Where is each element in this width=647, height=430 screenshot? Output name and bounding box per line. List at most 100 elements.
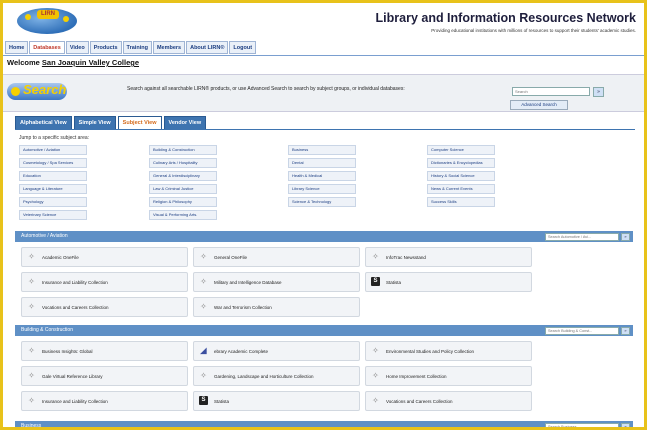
subject-spacer <box>427 210 560 220</box>
nav-item-logout[interactable]: Logout <box>229 41 257 54</box>
section-search-input[interactable] <box>545 233 619 241</box>
database-card[interactable]: ✧ Vocations and Careers Collection <box>21 297 188 317</box>
logo-dot-icon <box>25 14 31 20</box>
database-name: Vocations and Careers Collection <box>386 398 453 404</box>
tab-alphabetical-view[interactable]: Alphabetical View <box>15 116 72 130</box>
database-name: General OneFile <box>214 254 248 260</box>
nav-item-training[interactable]: Training <box>122 41 152 54</box>
subject-link[interactable]: Dental <box>288 158 356 168</box>
ebrary-icon: ◢ <box>200 346 207 355</box>
subject-link[interactable]: Veterinary Science <box>19 210 87 220</box>
college-name[interactable]: San Joaquin Valley College <box>42 58 139 67</box>
tab-simple-view[interactable]: Simple View <box>73 116 116 130</box>
subject-link[interactable]: Library Science <box>288 184 356 194</box>
database-name: Gale Virtual Reference Library <box>42 373 103 379</box>
jump-label: Jump to a specific subject area: <box>19 135 90 141</box>
section-title: Building & Construction <box>21 327 73 333</box>
subject-link[interactable]: Education <box>19 171 87 181</box>
subject-link[interactable]: Computer Science <box>427 145 495 155</box>
advanced-search-button[interactable]: Advanced Search <box>510 100 568 110</box>
nav-divider <box>3 55 644 56</box>
main-nav: Home Databases Video Products Training Member… <box>5 41 257 54</box>
section-header: Building & Construction » <box>15 325 633 336</box>
gale-star-icon: ✧ <box>372 252 379 261</box>
subject-link[interactable]: Culinary Arts / Hospitality <box>149 158 217 168</box>
gale-star-icon: ✧ <box>28 252 35 261</box>
database-name: Environmental Studies and Policy Collect… <box>386 348 475 354</box>
view-tabs: Alphabetical View Simple View Subject View… <box>15 116 207 130</box>
database-card[interactable]: ✧ Military and Intelligence Database <box>193 272 360 292</box>
database-name: Statista <box>214 398 230 404</box>
nav-item-about-lirn-[interactable]: About LIRN® <box>186 41 229 54</box>
subject-link[interactable]: Automotive / Aviation <box>19 145 87 155</box>
subject-link[interactable]: General & Interdisciplinary <box>149 171 217 181</box>
nav-item-databases[interactable]: Databases <box>29 41 65 54</box>
tab-subject-view[interactable]: Subject View <box>117 116 162 130</box>
database-card[interactable]: ◢ ebrary Academic Complete <box>193 341 360 361</box>
database-card[interactable]: ✧ Business Insights: Global <box>21 341 188 361</box>
search-description: Search against all searchable LIRN® prod… <box>127 86 405 92</box>
subject-link[interactable]: History & Social Science <box>427 171 495 181</box>
subject-link[interactable]: Law & Criminal Justice <box>149 184 217 194</box>
section-header: Automotive / Aviation » <box>15 231 633 242</box>
subject-spacer <box>288 210 422 220</box>
nav-item-home[interactable]: Home <box>5 41 29 54</box>
gale-star-icon: ✧ <box>28 396 35 405</box>
subject-link[interactable]: Religion & Philosophy <box>149 197 217 207</box>
database-card[interactable]: ✧ Home Improvement Collection <box>365 366 532 386</box>
subject-link[interactable]: Psychology <box>19 197 87 207</box>
section-search-input[interactable] <box>545 423 619 427</box>
database-name: ebrary Academic Complete <box>214 348 269 354</box>
database-card[interactable]: ✧ Academic OneFile <box>21 247 188 267</box>
gale-star-icon: ✧ <box>28 302 35 311</box>
database-card[interactable]: ✧ Environmental Studies and Policy Collec… <box>365 341 532 361</box>
lirn-logo[interactable]: LIRN <box>17 8 77 34</box>
nav-item-video[interactable]: Video <box>65 41 89 54</box>
site-subtitle: Providing educational institutions with … <box>431 28 636 33</box>
subject-link[interactable]: Language & Literature <box>19 184 87 194</box>
section-search-go-button[interactable]: » <box>621 423 630 427</box>
database-card[interactable]: ✧ Insurance and Liability Collection <box>21 272 188 292</box>
welcome-prefix: Welcome <box>7 58 40 67</box>
database-name: Business Insights: Global <box>42 348 93 354</box>
database-card[interactable]: ✧ General OneFile <box>193 247 360 267</box>
database-name: Gardening, Landscape and Horticulture Co… <box>214 373 314 379</box>
section-search-input[interactable] <box>545 327 619 335</box>
subject-link[interactable]: Cosmetology / Spa Services <box>19 158 87 168</box>
logo-text: LIRN <box>37 10 59 19</box>
subject-link[interactable]: Building & Construction <box>149 145 217 155</box>
database-name: War and Terrorism Collection <box>214 304 272 310</box>
database-card[interactable]: ✧ Insurance and Liability Collection <box>21 391 188 411</box>
gale-star-icon: ✧ <box>28 346 35 355</box>
search-go-button[interactable]: » <box>593 87 604 97</box>
subject-link[interactable]: Science & Technology <box>288 197 356 207</box>
database-name: Military and Intelligence Database <box>214 279 282 285</box>
subject-link[interactable]: Dictionaries & Encyclopedias <box>427 158 495 168</box>
gale-star-icon: ✧ <box>372 396 379 405</box>
gale-star-icon: ✧ <box>200 252 207 261</box>
subject-link[interactable]: Business <box>288 145 356 155</box>
search-input[interactable] <box>512 87 590 96</box>
database-card[interactable]: S Statista <box>365 272 532 292</box>
subject-link[interactable]: News & Current Events <box>427 184 495 194</box>
database-card[interactable]: ✧ Vocations and Careers Collection <box>365 391 532 411</box>
statista-icon: S <box>371 277 380 286</box>
tab-vendor-view[interactable]: Vendor View <box>163 116 207 130</box>
subject-link[interactable]: Success Skills <box>427 197 495 207</box>
nav-item-members[interactable]: Members <box>152 41 186 54</box>
subject-link[interactable]: Visual & Performing Arts. <box>149 210 217 220</box>
section-search-go-button[interactable]: » <box>621 233 630 241</box>
subject-link[interactable]: Health & Medical <box>288 171 356 181</box>
nav-item-products[interactable]: Products <box>89 41 122 54</box>
welcome-message: Welcome San Joaquin Valley College <box>7 58 139 67</box>
database-card[interactable]: ✧ War and Terrorism Collection <box>193 297 360 317</box>
database-card[interactable]: S Statista <box>193 391 360 411</box>
database-card[interactable]: ✧ Gardening, Landscape and Horticulture C… <box>193 366 360 386</box>
site-title: Library and Information Resources Networ… <box>375 11 636 25</box>
search-globe-icon <box>11 87 20 96</box>
database-card[interactable]: ✧ InfoTrac Newsstand <box>365 247 532 267</box>
site-header: LIRN Library and Information Resources N… <box>3 3 644 41</box>
section-search-go-button[interactable]: » <box>621 327 630 335</box>
gale-star-icon: ✧ <box>28 371 35 380</box>
database-card[interactable]: ✧ Gale Virtual Reference Library <box>21 366 188 386</box>
